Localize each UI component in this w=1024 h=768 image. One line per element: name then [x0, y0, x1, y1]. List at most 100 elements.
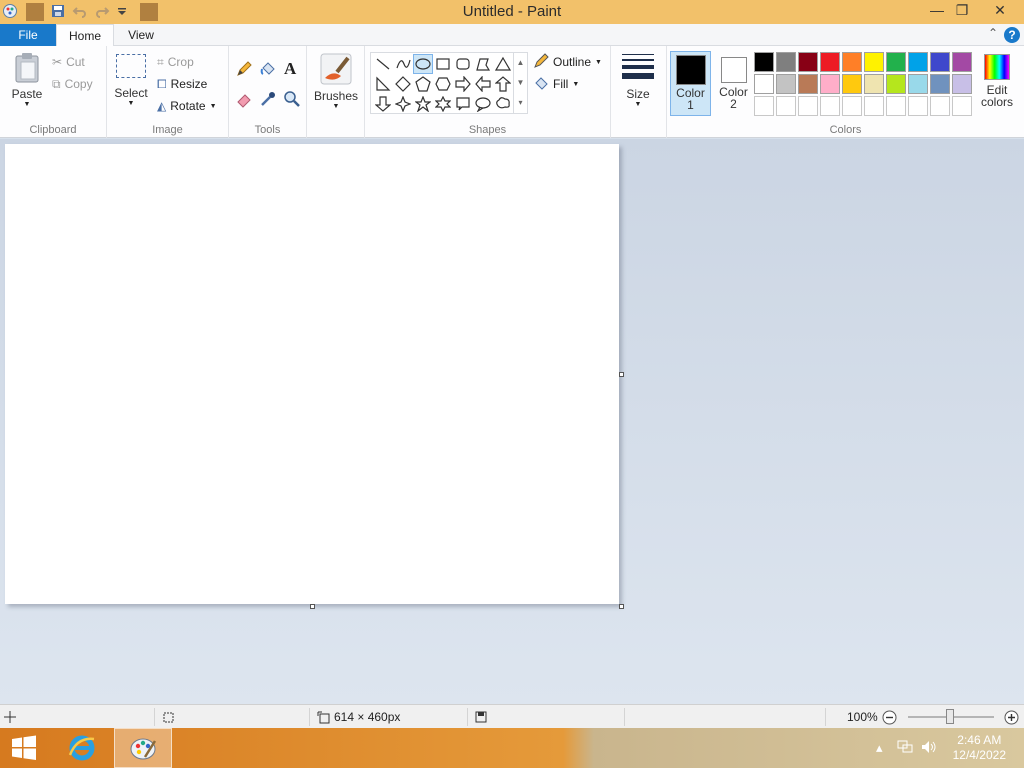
diamond-shape-icon[interactable] [393, 74, 413, 94]
right-triangle-shape-icon[interactable] [373, 74, 393, 94]
start-button[interactable] [0, 728, 48, 768]
resize-button[interactable]: ⧠ Resize [157, 74, 207, 94]
cut-button[interactable]: ✂ Cut [52, 52, 85, 72]
palette-swatch[interactable] [930, 74, 950, 94]
six-point-star-shape-icon[interactable] [433, 94, 453, 114]
edit-colors-button[interactable]: Edit colors [974, 54, 1020, 108]
size-button[interactable]: Size ▼ [618, 54, 658, 108]
fill-button[interactable]: Fill ▼ [533, 74, 579, 94]
palette-swatch[interactable] [820, 52, 840, 72]
oval-shape-icon[interactable] [413, 54, 433, 74]
custom-color-slot[interactable] [886, 96, 906, 116]
curve-shape-icon[interactable] [393, 54, 413, 74]
polygon-shape-icon[interactable] [473, 54, 493, 74]
eraser-icon[interactable] [235, 90, 253, 111]
custom-color-slot[interactable] [820, 96, 840, 116]
custom-color-slot[interactable] [798, 96, 818, 116]
custom-color-slot[interactable] [930, 96, 950, 116]
close-button[interactable]: ✕ [980, 0, 1020, 22]
show-hidden-icons-icon[interactable]: ▴ [876, 740, 883, 756]
custom-color-slot[interactable] [754, 96, 774, 116]
rectangle-shape-icon[interactable] [433, 54, 453, 74]
palette-swatch[interactable] [952, 74, 972, 94]
gallery-scroll-up-icon[interactable]: ▲ [513, 53, 527, 73]
minimize-ribbon-icon[interactable]: ⌃ [988, 26, 998, 40]
palette-swatch[interactable] [886, 52, 906, 72]
palette-swatch[interactable] [820, 74, 840, 94]
custom-color-slot[interactable] [864, 96, 884, 116]
custom-color-slot[interactable] [952, 96, 972, 116]
up-arrow-shape-icon[interactable] [493, 74, 513, 94]
five-point-star-shape-icon[interactable] [413, 94, 433, 114]
zoom-slider[interactable] [908, 705, 994, 729]
cloud-callout-shape-icon[interactable] [493, 94, 513, 114]
text-tool-icon[interactable]: A [284, 59, 296, 79]
help-icon[interactable]: ? [1004, 27, 1020, 43]
resize-handle-right[interactable] [619, 372, 624, 377]
oval-callout-shape-icon[interactable] [473, 94, 493, 114]
gallery-expand-icon[interactable]: ▾ [513, 93, 527, 113]
select-dropdown-icon[interactable]: ▼ [113, 100, 149, 107]
palette-swatch[interactable] [864, 52, 884, 72]
palette-swatch[interactable] [908, 52, 928, 72]
fill-bucket-icon[interactable] [259, 60, 277, 81]
palette-swatch[interactable] [754, 52, 774, 72]
color-picker-icon[interactable] [259, 90, 277, 111]
volume-icon[interactable] [921, 740, 937, 757]
copy-button[interactable]: ⧉ Copy [52, 74, 93, 94]
four-point-star-shape-icon[interactable] [393, 94, 413, 114]
palette-swatch[interactable] [930, 52, 950, 72]
zoom-in-button[interactable] [1004, 705, 1019, 729]
down-arrow-shape-icon[interactable] [373, 94, 393, 114]
palette-swatch[interactable] [864, 74, 884, 94]
zoom-slider-thumb[interactable] [946, 709, 954, 724]
paint-taskbar-button[interactable] [114, 728, 172, 768]
rounded-rectangle-shape-icon[interactable] [453, 54, 473, 74]
rotate-icon: ◭ [157, 99, 167, 113]
palette-swatch[interactable] [908, 74, 928, 94]
rounded-callout-shape-icon[interactable] [453, 94, 473, 114]
magnifier-icon[interactable] [283, 90, 301, 111]
gallery-scroll-down-icon[interactable]: ▼ [513, 73, 527, 93]
palette-swatch[interactable] [886, 74, 906, 94]
palette-swatch[interactable] [776, 74, 796, 94]
pencil-icon[interactable] [235, 60, 253, 81]
restore-button[interactable]: ❐ [946, 0, 978, 22]
right-arrow-shape-icon[interactable] [453, 74, 473, 94]
crop-button[interactable]: ⌗ Crop [157, 52, 194, 72]
resize-handle-corner[interactable] [619, 604, 624, 609]
palette-swatch[interactable] [776, 52, 796, 72]
pentagon-shape-icon[interactable] [413, 74, 433, 94]
line-shape-icon[interactable] [373, 54, 393, 74]
select-button[interactable]: Select ▼ [113, 54, 149, 107]
palette-swatch[interactable] [798, 52, 818, 72]
zoom-out-button[interactable] [882, 705, 897, 729]
tab-view[interactable]: View [116, 24, 166, 46]
palette-swatch[interactable] [842, 74, 862, 94]
palette-swatch[interactable] [952, 52, 972, 72]
resize-handle-bottom[interactable] [310, 604, 315, 609]
hexagon-shape-icon[interactable] [433, 74, 453, 94]
taskbar-clock[interactable]: 2:46 AM 12/4/2022 [953, 733, 1006, 763]
brushes-button[interactable]: Brushes ▼ [313, 52, 359, 110]
triangle-shape-icon[interactable] [493, 54, 513, 74]
color2-button[interactable]: Color 2 [713, 51, 754, 116]
shapes-group-label: Shapes [468, 124, 507, 136]
palette-swatch[interactable] [754, 74, 774, 94]
outline-button[interactable]: Outline ▼ [533, 52, 602, 72]
palette-swatch[interactable] [842, 52, 862, 72]
palette-swatch[interactable] [798, 74, 818, 94]
color1-button[interactable]: Color 1 [670, 51, 711, 116]
paste-dropdown-icon[interactable]: ▼ [8, 101, 46, 108]
custom-color-slot[interactable] [842, 96, 862, 116]
left-arrow-shape-icon[interactable] [473, 74, 493, 94]
custom-color-slot[interactable] [908, 96, 928, 116]
internet-explorer-button[interactable] [56, 728, 108, 768]
paste-button[interactable]: Paste ▼ [8, 52, 46, 108]
rotate-button[interactable]: ◭ Rotate ▼ [157, 96, 217, 116]
drawing-canvas[interactable] [5, 144, 619, 604]
tab-home[interactable]: Home [56, 24, 114, 47]
custom-color-slot[interactable] [776, 96, 796, 116]
tab-file[interactable]: File [0, 24, 56, 46]
network-icon[interactable] [897, 740, 913, 757]
